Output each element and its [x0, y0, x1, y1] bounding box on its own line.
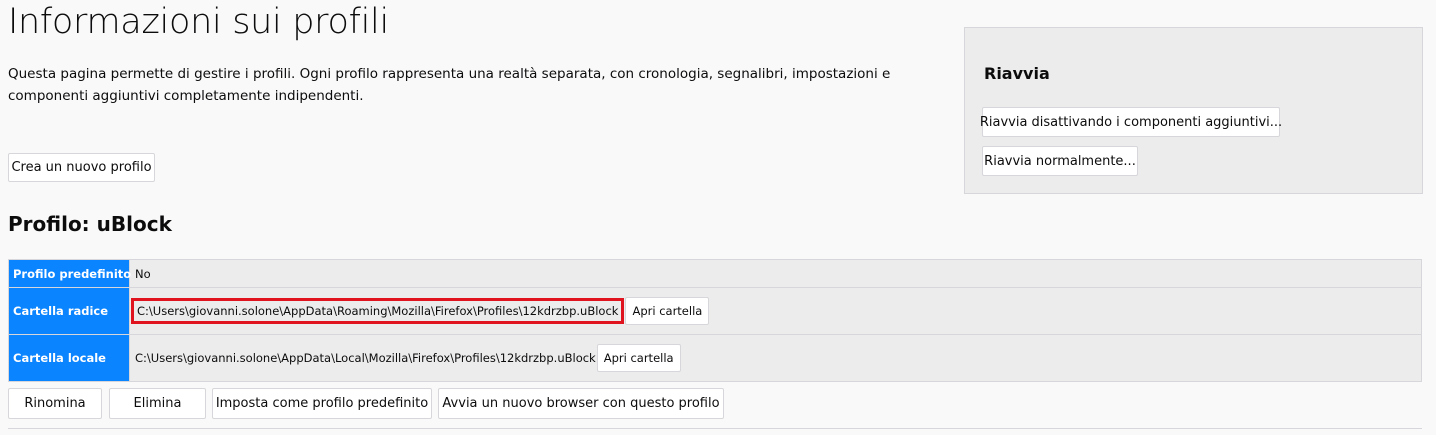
section-divider — [8, 428, 1422, 429]
profile-info-table: Profilo predefinito No Cartella radice C… — [8, 259, 1422, 382]
create-profile-button[interactable]: Crea un nuovo profilo — [8, 153, 155, 182]
open-root-folder-button[interactable]: Apri cartella — [625, 297, 710, 325]
set-default-profile-button[interactable]: Imposta come profilo predefinito — [212, 388, 432, 419]
page-title: Informazioni sui profili — [8, 2, 389, 42]
launch-profile-button[interactable]: Avvia un nuovo browser con questo profil… — [438, 388, 724, 419]
rename-profile-button[interactable]: Rinomina — [8, 388, 102, 419]
delete-profile-button[interactable]: Elimina — [109, 388, 206, 419]
table-row-default-profile: Profilo predefinito No — [8, 259, 1422, 288]
row-label: Cartella locale — [8, 334, 130, 382]
local-directory-path: C:\Users\giovanni.solone\AppData\Local\M… — [135, 351, 596, 365]
default-profile-value: No — [135, 266, 151, 281]
table-row-root-directory: Cartella radice C:\Users\giovanni.solone… — [8, 287, 1422, 335]
row-value: C:\Users\giovanni.solone\AppData\Local\M… — [129, 334, 1422, 382]
profile-title: Profilo: uBlock — [8, 212, 172, 236]
open-local-folder-button[interactable]: Apri cartella — [596, 344, 681, 372]
restart-normal-button[interactable]: Riavvia normalmente... — [982, 146, 1138, 176]
row-value: C:\Users\giovanni.solone\AppData\Roaming… — [129, 287, 1422, 335]
restart-safe-mode-button[interactable]: Riavvia disattivando i componenti aggiun… — [980, 107, 1282, 137]
root-directory-path: C:\Users\giovanni.solone\AppData\Roaming… — [131, 298, 625, 324]
table-row-local-directory: Cartella locale C:\Users\giovanni.solone… — [8, 334, 1422, 382]
row-label: Cartella radice — [8, 287, 130, 335]
row-label: Profilo predefinito — [8, 259, 131, 288]
restart-panel: Riavvia Riavvia disattivando i component… — [964, 27, 1423, 194]
row-value: No — [129, 259, 1422, 288]
page-intro: Questa pagina permette di gestire i prof… — [8, 66, 891, 104]
restart-title: Riavvia — [984, 64, 1050, 83]
